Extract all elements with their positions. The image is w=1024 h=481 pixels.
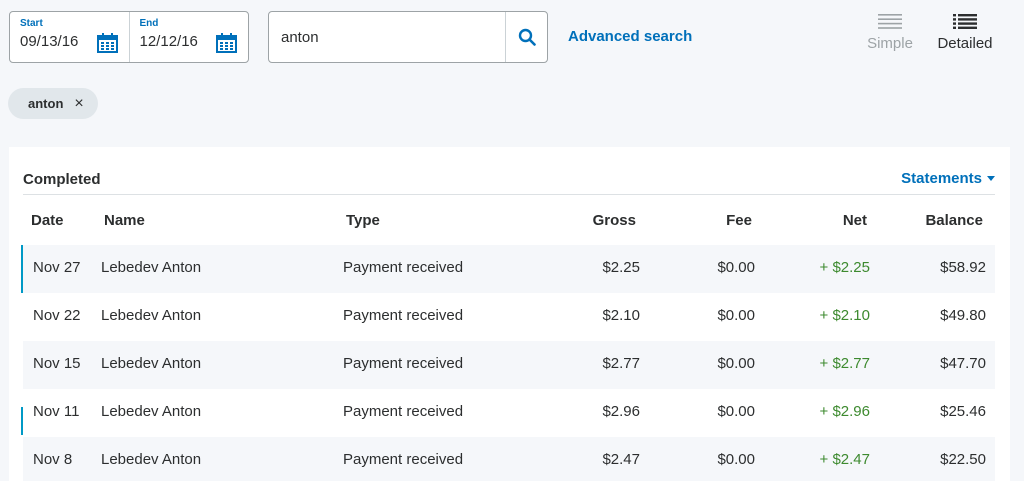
row-balance: $22.50 [940,451,986,468]
row-date: Nov 11 [33,403,80,420]
table-row[interactable]: Nov 27 Lebedev Anton Payment received $2… [21,245,995,293]
table-row[interactable]: Nov 8 Lebedev Anton Payment received $2.… [23,437,995,481]
card-header: Completed Statements [23,169,995,195]
row-type: Payment received [343,259,464,276]
row-date: Nov 8 [33,451,73,468]
row-gross: $2.47 [602,451,640,468]
row-date: Nov 15 [33,355,81,372]
row-name: Lebedev Anton [101,307,202,324]
column-header-date[interactable]: Date [31,212,64,229]
row-balance: $58.92 [940,259,986,276]
statements-dropdown[interactable]: Statements [901,170,995,187]
chevron-down-icon [987,176,995,181]
column-header-fee[interactable]: Fee [726,212,752,229]
row-gross: $2.77 [602,355,640,372]
table-row[interactable]: Nov 22 Lebedev Anton Payment received $2… [23,293,995,341]
row-marker [21,407,23,435]
row-gross: $2.25 [602,259,640,276]
filter-chip: anton × [8,88,98,119]
row-fee: $0.00 [717,259,755,276]
row-name: Lebedev Anton [101,259,202,276]
row-net: + $2.47 [819,451,870,468]
row-type: Payment received [343,403,464,420]
transaction-list: Nov 27 Lebedev Anton Payment received $2… [21,245,995,481]
row-net: + $2.10 [819,307,870,324]
date-range-picker: Start 09/13/16 End 12/12/16 [9,11,249,63]
calendar-icon[interactable] [96,33,118,53]
row-gross: $2.96 [602,403,640,420]
search-button[interactable] [505,12,547,62]
row-fee: $0.00 [717,451,755,468]
column-header-type[interactable]: Type [346,212,380,229]
row-name: Lebedev Anton [101,355,202,372]
table-row[interactable]: Nov 15 Lebedev Anton Payment received $2… [23,341,995,389]
view-detailed-toggle[interactable]: Detailed [933,14,997,52]
row-date: Nov 27 [33,259,81,276]
row-balance: $49.80 [940,307,986,324]
end-date-field[interactable]: End 12/12/16 [128,12,249,62]
row-fee: $0.00 [717,403,755,420]
row-gross: $2.10 [602,307,640,324]
row-marker [21,245,23,293]
row-type: Payment received [343,307,464,324]
row-balance: $25.46 [940,403,986,420]
row-fee: $0.00 [717,307,755,324]
table-row[interactable]: Nov 11 Lebedev Anton Payment received $2… [21,389,995,437]
column-header-gross[interactable]: Gross [593,212,636,229]
filter-chip-label: anton [28,96,64,111]
statements-label: Statements [901,170,982,187]
end-date-label: End [139,18,159,29]
section-title: Completed [23,171,101,188]
calendar-icon[interactable] [216,33,237,53]
column-header-name[interactable]: Name [104,212,145,229]
row-net: + $2.96 [819,403,870,420]
advanced-search-link[interactable]: Advanced search [568,28,692,45]
row-fee: $0.00 [717,355,755,372]
search-box [268,11,548,63]
row-net: + $2.25 [819,259,870,276]
view-simple-label: Simple [867,35,913,52]
row-net: + $2.77 [819,355,870,372]
row-name: Lebedev Anton [101,451,202,468]
activity-card: Completed Statements Date Name Type Gros… [9,147,1010,481]
list-simple-icon [878,14,902,29]
list-detailed-icon [953,14,977,29]
column-header-net[interactable]: Net [843,212,867,229]
row-date: Nov 22 [33,307,81,324]
close-icon[interactable]: × [74,95,83,112]
table-header: Date Name Type Gross Fee Net Balance [23,210,995,232]
search-input[interactable] [269,12,505,62]
view-simple-toggle[interactable]: Simple [858,14,922,52]
search-icon [518,28,536,46]
row-name: Lebedev Anton [101,403,202,420]
row-type: Payment received [343,355,464,372]
start-date-label: Start [20,18,43,29]
row-type: Payment received [343,451,464,468]
column-header-balance[interactable]: Balance [925,212,983,229]
row-balance: $47.70 [940,355,986,372]
start-date-field[interactable]: Start 09/13/16 [10,12,129,62]
view-detailed-label: Detailed [937,35,993,52]
